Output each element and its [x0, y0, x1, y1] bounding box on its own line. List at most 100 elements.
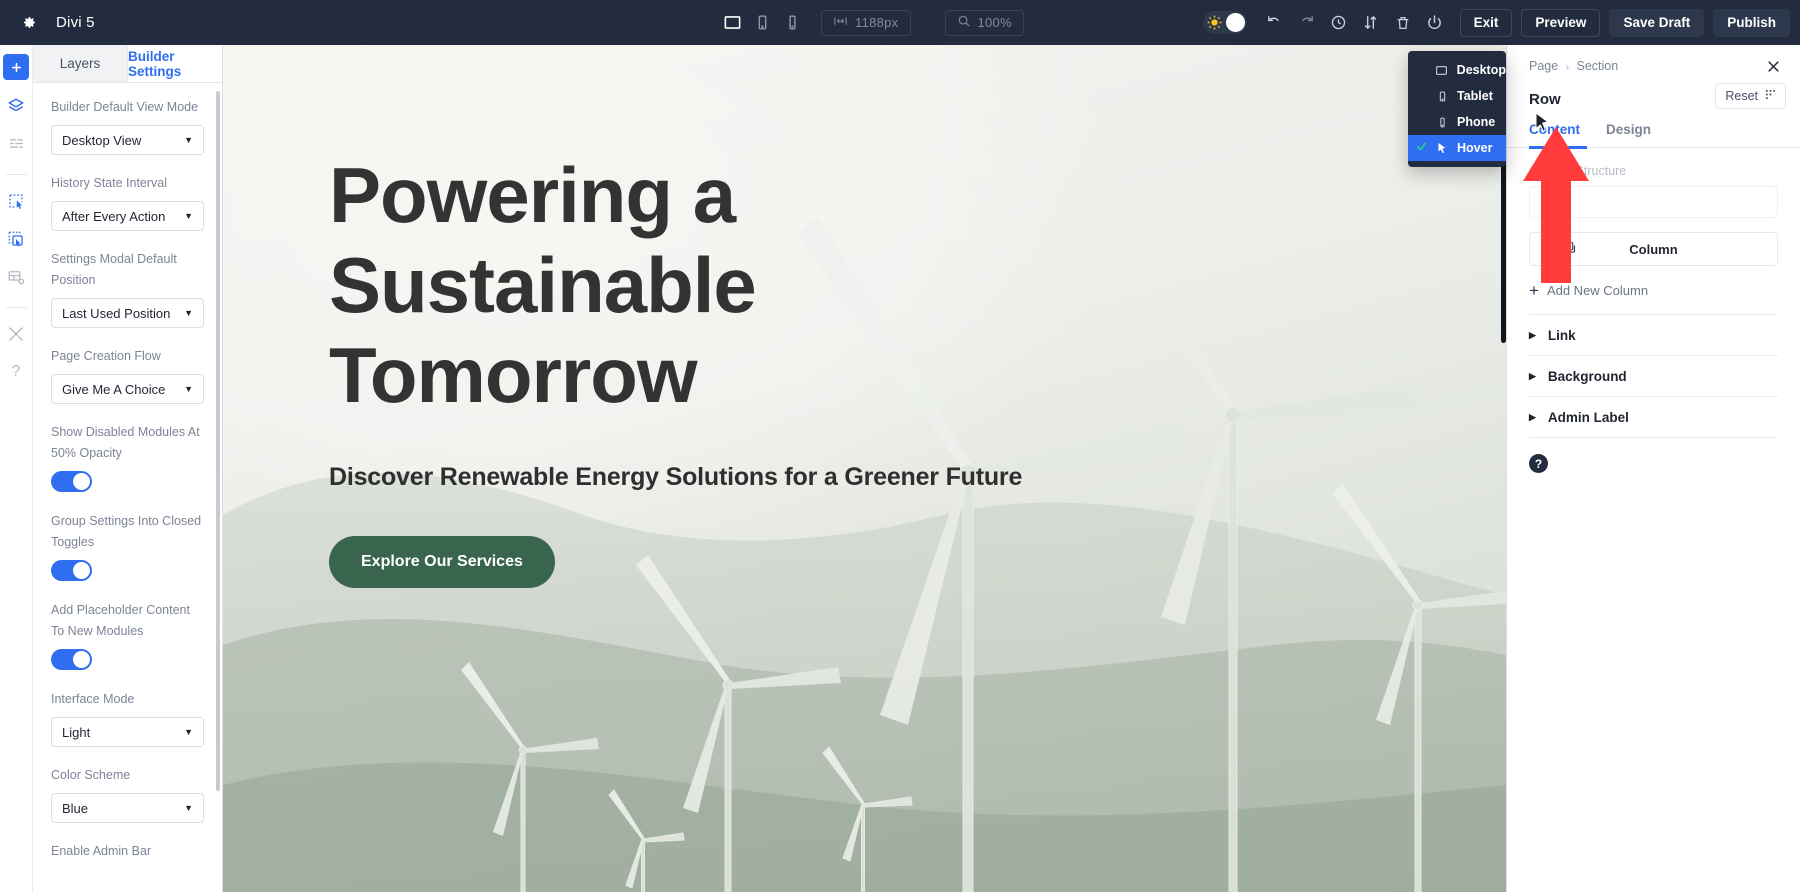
add-new-column-button[interactable]: + Add New Column: [1529, 281, 1778, 315]
dropdown-item-label: Phone: [1457, 115, 1496, 129]
dropdown-item-hover[interactable]: Hover: [1408, 135, 1506, 161]
add-new-column-label: Add New Column: [1546, 283, 1649, 298]
top-right-controls: Exit Preview Save Draft Publish: [1202, 0, 1790, 45]
field-label-history-state-interval: History State Interval: [51, 176, 168, 190]
left-panel-scrollbar[interactable]: [216, 91, 220, 791]
viewport-width-field[interactable]: 1188px: [821, 9, 911, 36]
top-toolbar: Divi 5 1188px 100% Exit Preview Save Dra…: [0, 0, 1800, 45]
save-draft-button[interactable]: Save Draft: [1609, 8, 1705, 37]
reset-button[interactable]: Reset: [1715, 83, 1786, 109]
history-clock-icon[interactable]: [1323, 0, 1355, 45]
chevron-right-icon: ▶: [1529, 370, 1536, 381]
tablet-icon: [1435, 90, 1449, 103]
plus-icon: +: [1529, 281, 1539, 300]
sort-updown-icon[interactable]: [1355, 0, 1387, 45]
select-value: Blue: [62, 800, 89, 816]
chevron-down-icon: ▼: [184, 803, 193, 813]
zoom-field[interactable]: 100%: [944, 9, 1024, 36]
tab-builder-settings[interactable]: Builder Settings: [128, 45, 222, 82]
viewport-width-value: 1188px: [855, 15, 899, 30]
magnifier-icon: [957, 14, 971, 31]
preview-button[interactable]: Preview: [1521, 8, 1601, 37]
dropdown-item-phone[interactable]: Phone: [1408, 109, 1506, 135]
hero-text-block: Powering a Sustainable Tomorrow Discover…: [329, 150, 1229, 588]
hero-heading-line-2: Sustainable: [329, 241, 757, 329]
dropdown-item-label: Hover: [1457, 141, 1493, 155]
toggle-knob: [73, 562, 90, 579]
left-panel-tabs: Layers Builder Settings: [33, 45, 222, 83]
toggle-knob: [73, 473, 90, 490]
accordion-link[interactable]: ▶ Link: [1529, 315, 1778, 356]
dropdown-item-desktop[interactable]: Desktop: [1408, 57, 1506, 83]
phone-icon[interactable]: [777, 0, 807, 45]
tools-icon[interactable]: [4, 321, 29, 346]
breadcrumb-parent[interactable]: Page: [1529, 59, 1558, 73]
accordion-admin-label[interactable]: ▶ Admin Label: [1529, 397, 1778, 438]
pointer-cursor-icon: [1535, 112, 1550, 132]
help-question-icon[interactable]: ?: [1529, 454, 1548, 473]
responsive-mode-dropdown[interactable]: Desktop Tablet Phone Hover: [1408, 51, 1506, 167]
select-color-scheme[interactable]: Blue ▼: [51, 793, 204, 823]
close-icon[interactable]: [1762, 55, 1784, 77]
select-page-creation-flow[interactable]: Give Me A Choice ▼: [51, 374, 204, 404]
layers-icon[interactable]: [4, 93, 29, 118]
field-label-group-settings-into-closed-toggles: Group Settings Into Closed Toggles: [51, 514, 202, 549]
help-question-icon[interactable]: ?: [4, 359, 29, 384]
explore-our-services-button[interactable]: Explore Our Services: [329, 536, 555, 588]
app-title: Divi 5: [56, 14, 95, 31]
page-canvas[interactable]: Powering a Sustainable Tomorrow Discover…: [223, 45, 1506, 892]
select-value: Give Me A Choice: [62, 381, 166, 397]
redo-icon[interactable]: [1291, 0, 1323, 45]
select-builder-default-view-mode[interactable]: Desktop View ▼: [51, 125, 204, 155]
tab-layers[interactable]: Layers: [33, 45, 128, 82]
tab-design[interactable]: Design: [1606, 122, 1651, 147]
annotation-arrow: [1523, 127, 1589, 283]
resize-horizontal-icon: [833, 15, 848, 30]
reset-label: Reset: [1725, 89, 1758, 103]
chevron-down-icon: ▼: [184, 135, 193, 145]
gear-icon[interactable]: [0, 0, 56, 45]
undo-icon[interactable]: [1259, 0, 1291, 45]
breadcrumb-child[interactable]: Section: [1577, 59, 1619, 73]
publish-button[interactable]: Publish: [1713, 8, 1790, 37]
field-label-enable-admin-bar: Enable Admin Bar: [51, 844, 152, 858]
breadcrumb-separator: ›: [1565, 62, 1570, 73]
select-interface-mode[interactable]: Light ▼: [51, 717, 204, 747]
select-value: Light: [62, 724, 91, 740]
power-icon[interactable]: [1419, 0, 1451, 45]
chevron-down-icon: ▼: [184, 384, 193, 394]
add-icon[interactable]: [3, 54, 29, 80]
dropdown-item-tablet[interactable]: Tablet: [1408, 83, 1506, 109]
toggle-add-placeholder-content[interactable]: [51, 649, 92, 670]
select-value: Last Used Position: [62, 305, 171, 321]
left-icon-rail: ?: [0, 45, 33, 892]
toggle-show-disabled-modules[interactable]: [51, 471, 92, 492]
exit-button[interactable]: Exit: [1459, 8, 1513, 37]
chevron-right-icon: ▶: [1529, 329, 1536, 340]
device-controls: 1188px 100%: [717, 0, 1024, 45]
pointer-icon: [1435, 142, 1449, 154]
select-module-icon[interactable]: [4, 188, 29, 213]
select-settings-modal-default-position[interactable]: Last Used Position ▼: [51, 298, 204, 328]
copy-module-icon[interactable]: [4, 226, 29, 251]
hero-heading-line-3: Tomorrow: [329, 331, 698, 419]
field-label-color-scheme: Color Scheme: [51, 768, 131, 782]
hero-heading-line-1: Powering a: [329, 151, 736, 239]
dropdown-item-label: Desktop: [1456, 63, 1506, 77]
accordion-background[interactable]: ▶ Background: [1529, 356, 1778, 397]
select-history-state-interval[interactable]: After Every Action ▼: [51, 201, 204, 231]
builder-settings-list: Builder Default View Mode Desktop View ▼…: [33, 83, 222, 862]
hero-subheading: Discover Renewable Energy Solutions for …: [329, 463, 1023, 491]
toggle-group-settings[interactable]: [51, 560, 92, 581]
select-value: Desktop View: [62, 132, 142, 148]
toggle-knob: [1225, 13, 1245, 32]
tablet-icon[interactable]: [747, 0, 777, 45]
dropdown-item-label: Tablet: [1457, 89, 1493, 103]
field-label-interface-mode: Interface Mode: [51, 692, 135, 706]
trash-icon[interactable]: [1387, 0, 1419, 45]
monitor-icon[interactable]: [717, 0, 747, 45]
theme-toggle[interactable]: [1202, 11, 1247, 34]
wireframe-icon[interactable]: [4, 264, 29, 289]
list-settings-icon[interactable]: [4, 131, 29, 156]
chevron-right-icon: ▶: [1529, 411, 1536, 422]
